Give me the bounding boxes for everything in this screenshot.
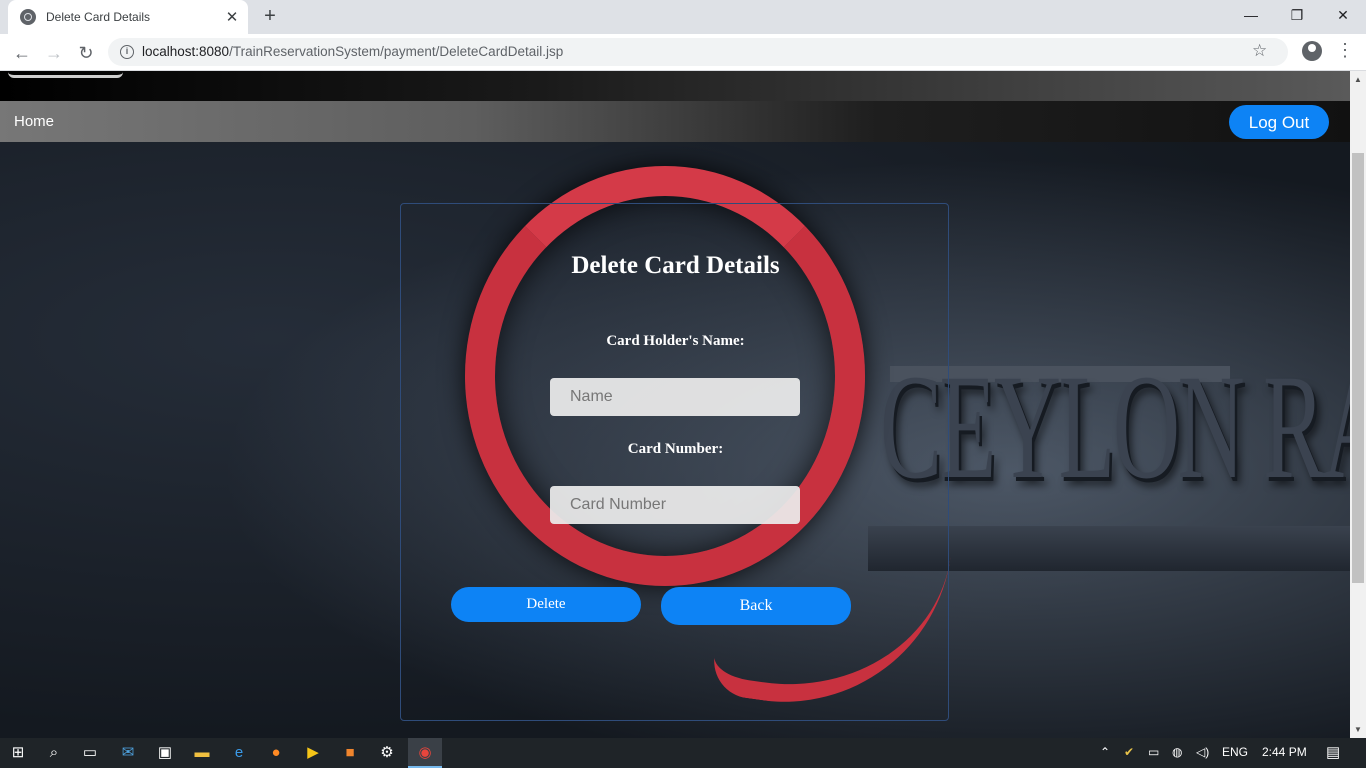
windows-start-icon[interactable]: ⊞ (8, 743, 28, 763)
bookmark-star-icon[interactable]: ☆ (1252, 41, 1267, 61)
site-header (0, 71, 1350, 101)
scroll-thumb[interactable] (1352, 153, 1364, 583)
scroll-down-icon[interactable]: ▼ (1354, 725, 1362, 734)
store-icon[interactable]: ▣ (155, 743, 175, 763)
language-indicator[interactable]: ENG (1222, 745, 1248, 759)
globe-icon (20, 9, 36, 25)
url-text: localhost:8080/TrainReservationSystem/pa… (142, 44, 563, 59)
logout-button[interactable]: Log Out (1229, 105, 1329, 139)
background-brand-text: CEYLON RA (880, 344, 1350, 510)
scroll-up-icon[interactable]: ▲ (1354, 75, 1362, 84)
tab-title: Delete Card Details (46, 10, 151, 24)
card-holder-label: Card Holder's Name: (606, 333, 745, 349)
url-host: localhost:8080 (142, 44, 230, 59)
minimize-icon[interactable]: — (1228, 0, 1274, 30)
back-arrow-icon[interactable]: ← (8, 39, 36, 67)
account-icon[interactable] (1302, 41, 1322, 61)
app-icon[interactable]: ■ (340, 743, 360, 763)
search-icon[interactable]: ⌕ (44, 743, 64, 763)
browser-tab[interactable]: Delete Card Details ✕ (8, 0, 248, 34)
windows-taskbar: ⊞ ⌕ ▭ ✉ ▣ ▬ e ● ▶ ■ ⚙ ◉ ⌃ ✔ ▭ ◍ ◁) ENG 2… (0, 738, 1366, 768)
chrome-icon[interactable]: ◉ (415, 743, 435, 763)
forward-arrow-icon[interactable]: → (40, 39, 68, 67)
card-holder-input[interactable] (550, 378, 800, 416)
nav-home-link[interactable]: Home (14, 113, 54, 130)
info-icon[interactable]: i (120, 45, 134, 59)
tray-chevron-icon[interactable]: ⌃ (1100, 745, 1110, 759)
back-button[interactable]: Back (661, 587, 851, 625)
browser-toolbar: ← → ↻ i localhost:8080/TrainReservationS… (0, 34, 1366, 71)
restore-icon[interactable]: ❐ (1274, 0, 1320, 30)
card-number-label: Card Number: (627, 441, 724, 457)
new-tab-icon[interactable]: + (258, 4, 282, 28)
close-window-icon[interactable]: ✕ (1320, 0, 1366, 30)
kebab-menu-icon[interactable]: ⋮ (1336, 40, 1354, 61)
battery-icon[interactable]: ▭ (1148, 745, 1159, 759)
reload-icon[interactable]: ↻ (72, 39, 100, 67)
delete-card-form: Delete Card Details Card Holder's Name: … (400, 203, 949, 721)
form-title: Delete Card Details (571, 252, 780, 279)
notification-icon[interactable]: ▤ (1326, 743, 1340, 761)
delete-button[interactable]: Delete (451, 587, 641, 622)
site-navbar: Home Log Out (0, 101, 1350, 142)
edge-icon[interactable]: e (229, 743, 249, 763)
media-player-icon[interactable]: ▶ (303, 743, 323, 763)
site-logo (8, 71, 123, 78)
page-scrollbar[interactable]: ▲ ▼ (1350, 71, 1366, 738)
mail-icon[interactable]: ✉ (118, 743, 138, 763)
settings-gear-icon[interactable]: ⚙ (377, 743, 397, 763)
volume-icon[interactable]: ◁) (1196, 745, 1209, 759)
browser-tab-bar: Delete Card Details ✕ + — ❐ ✕ (0, 0, 1366, 34)
task-view-icon[interactable]: ▭ (80, 743, 100, 763)
network-icon[interactable]: ◍ (1172, 745, 1182, 759)
page-viewport: CEYLON RA Home Log Out Delete Card Detai… (0, 71, 1350, 738)
card-number-input[interactable] (550, 486, 800, 524)
clock[interactable]: 2:44 PM (1262, 745, 1307, 759)
url-path: /TrainReservationSystem/payment/DeleteCa… (229, 44, 564, 59)
file-explorer-icon[interactable]: ▬ (192, 743, 212, 763)
tab-close-icon[interactable]: ✕ (222, 8, 242, 26)
address-bar[interactable]: i localhost:8080/TrainReservationSystem/… (108, 38, 1288, 66)
security-icon[interactable]: ✔ (1124, 745, 1134, 759)
firefox-icon[interactable]: ● (266, 743, 286, 763)
